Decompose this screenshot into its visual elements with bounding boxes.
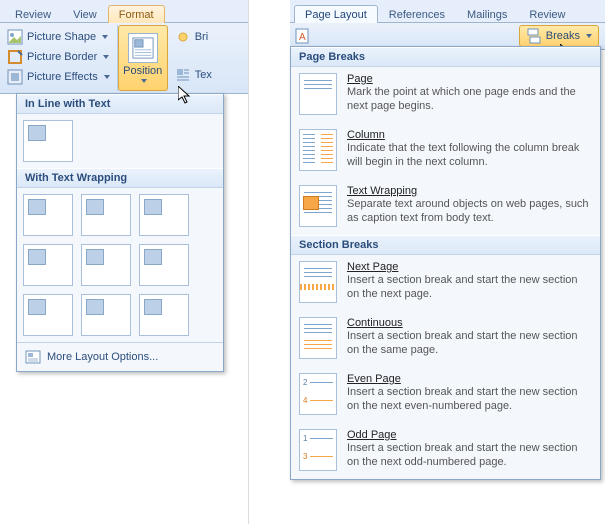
tab-references[interactable]: References: [378, 5, 456, 23]
inline-gallery: [17, 114, 223, 168]
tab-review[interactable]: Review: [4, 5, 62, 23]
brightness-label: Bri: [195, 31, 208, 43]
break-column-icon: [299, 129, 337, 171]
picture-styles-group: Picture Shape Picture Border Picture Eff…: [0, 25, 118, 91]
brightness-icon: [175, 29, 191, 45]
picture-effects-label: Picture Effects: [27, 71, 98, 83]
more-layout-label: More Layout Options...: [47, 351, 158, 363]
break-continuous-desc: Insert a section break and start the new…: [347, 330, 590, 358]
picture-border-button[interactable]: Picture Border: [4, 47, 113, 67]
picture-shape-icon: [7, 29, 23, 45]
position-label: Position: [123, 65, 162, 77]
position-option[interactable]: [81, 194, 131, 236]
picture-effects-button[interactable]: Picture Effects: [4, 67, 113, 87]
tab-mailings[interactable]: Mailings: [456, 5, 518, 23]
adjust-group-cutoff: Bri Tex: [168, 25, 219, 91]
break-odd-page-title: Odd Page: [347, 429, 590, 441]
position-option[interactable]: [139, 244, 189, 286]
tab-page-layout[interactable]: Page Layout: [294, 5, 378, 23]
break-next-page-title: Next Page: [347, 261, 590, 273]
chevron-down-icon: [103, 55, 109, 59]
chevron-down-icon: [141, 79, 147, 83]
chevron-down-icon: [586, 34, 592, 38]
textwrap-label: Tex: [195, 69, 212, 81]
ribbon-tabs-left: Review View Format: [0, 0, 248, 23]
break-page-title: Page: [347, 73, 590, 85]
wrap-gallery: [17, 188, 223, 342]
ribbon-left: Picture Shape Picture Border Picture Eff…: [0, 23, 248, 94]
picture-shape-button[interactable]: Picture Shape: [4, 27, 113, 47]
break-column[interactable]: Column Indicate that the text following …: [291, 123, 600, 179]
layout-options-icon: [25, 349, 41, 365]
section-breaks-header: Section Breaks: [291, 235, 600, 255]
picture-shape-label: Picture Shape: [27, 31, 96, 43]
break-next-page[interactable]: Next Page Insert a section break and sta…: [291, 255, 600, 311]
break-odd-page-desc: Insert a section break and start the new…: [347, 442, 590, 470]
break-column-title: Column: [347, 129, 590, 141]
position-option[interactable]: [23, 244, 73, 286]
svg-text:A: A: [299, 32, 306, 43]
gallery-header-wrap: With Text Wrapping: [17, 168, 223, 188]
break-even-page-title: Even Page: [347, 373, 590, 385]
position-icon: [128, 33, 158, 63]
break-next-page-desc: Insert a section break and start the new…: [347, 274, 590, 302]
position-gallery-menu: In Line with Text With Text Wrapping Mor…: [16, 93, 224, 372]
break-even-page[interactable]: 2 4 Even Page Insert a section break and…: [291, 367, 600, 423]
gallery-header-inline: In Line with Text: [17, 94, 223, 114]
picture-effects-icon: [7, 69, 23, 85]
position-option[interactable]: [23, 194, 73, 236]
break-continuous-title: Continuous: [347, 317, 590, 329]
position-option[interactable]: [139, 294, 189, 336]
brightness-cutoff[interactable]: Bri: [172, 27, 215, 47]
break-column-desc: Indicate that the text following the col…: [347, 142, 590, 170]
break-page-icon: [299, 73, 337, 115]
break-textwrap-title: Text Wrapping: [347, 185, 590, 197]
break-next-page-icon: [299, 261, 337, 303]
position-option-inline[interactable]: [23, 120, 73, 162]
break-continuous[interactable]: Continuous Insert a section break and st…: [291, 311, 600, 367]
chevron-down-icon: [104, 75, 110, 79]
break-textwrap-desc: Separate text around objects on web page…: [347, 198, 590, 226]
breaks-button[interactable]: Breaks: [519, 25, 599, 47]
chevron-down-icon: [102, 35, 108, 39]
breaks-menu: Page Breaks Page Mark the point at which…: [290, 46, 601, 480]
position-option[interactable]: [81, 244, 131, 286]
position-option[interactable]: [23, 294, 73, 336]
margins-icon[interactable]: A: [294, 28, 310, 44]
tab-review-2[interactable]: Review: [518, 5, 576, 23]
picture-border-label: Picture Border: [27, 51, 97, 63]
break-odd-page[interactable]: 1 3 Odd Page Insert a section break and …: [291, 423, 600, 479]
page-breaks-header: Page Breaks: [291, 47, 600, 67]
breaks-icon: [526, 28, 542, 44]
break-page[interactable]: Page Mark the point at which one page en…: [291, 67, 600, 123]
tab-view[interactable]: View: [62, 5, 108, 23]
pagelayout-ribbon-panel: Page Layout References Mailings Review A…: [290, 0, 605, 524]
break-odd-page-icon: 1 3: [299, 429, 337, 471]
position-option[interactable]: [139, 194, 189, 236]
break-page-desc: Mark the point at which one page ends an…: [347, 86, 590, 114]
position-button[interactable]: Position: [118, 25, 168, 91]
more-layout-options[interactable]: More Layout Options...: [17, 342, 223, 371]
break-continuous-icon: [299, 317, 337, 359]
break-textwrap[interactable]: Text Wrapping Separate text around objec…: [291, 179, 600, 235]
position-option[interactable]: [81, 294, 131, 336]
tab-format[interactable]: Format: [108, 5, 165, 23]
text-wrapping-cutoff[interactable]: Tex: [172, 65, 215, 85]
break-even-page-icon: 2 4: [299, 373, 337, 415]
ribbon-tabs-right: Page Layout References Mailings Review: [290, 0, 605, 23]
text-wrapping-icon: [175, 67, 191, 83]
breaks-label: Breaks: [546, 30, 580, 42]
break-even-page-desc: Insert a section break and start the new…: [347, 386, 590, 414]
format-ribbon-panel: Review View Format Picture Shape Picture…: [0, 0, 249, 524]
picture-border-icon: [7, 49, 23, 65]
break-textwrap-icon: [299, 185, 337, 227]
